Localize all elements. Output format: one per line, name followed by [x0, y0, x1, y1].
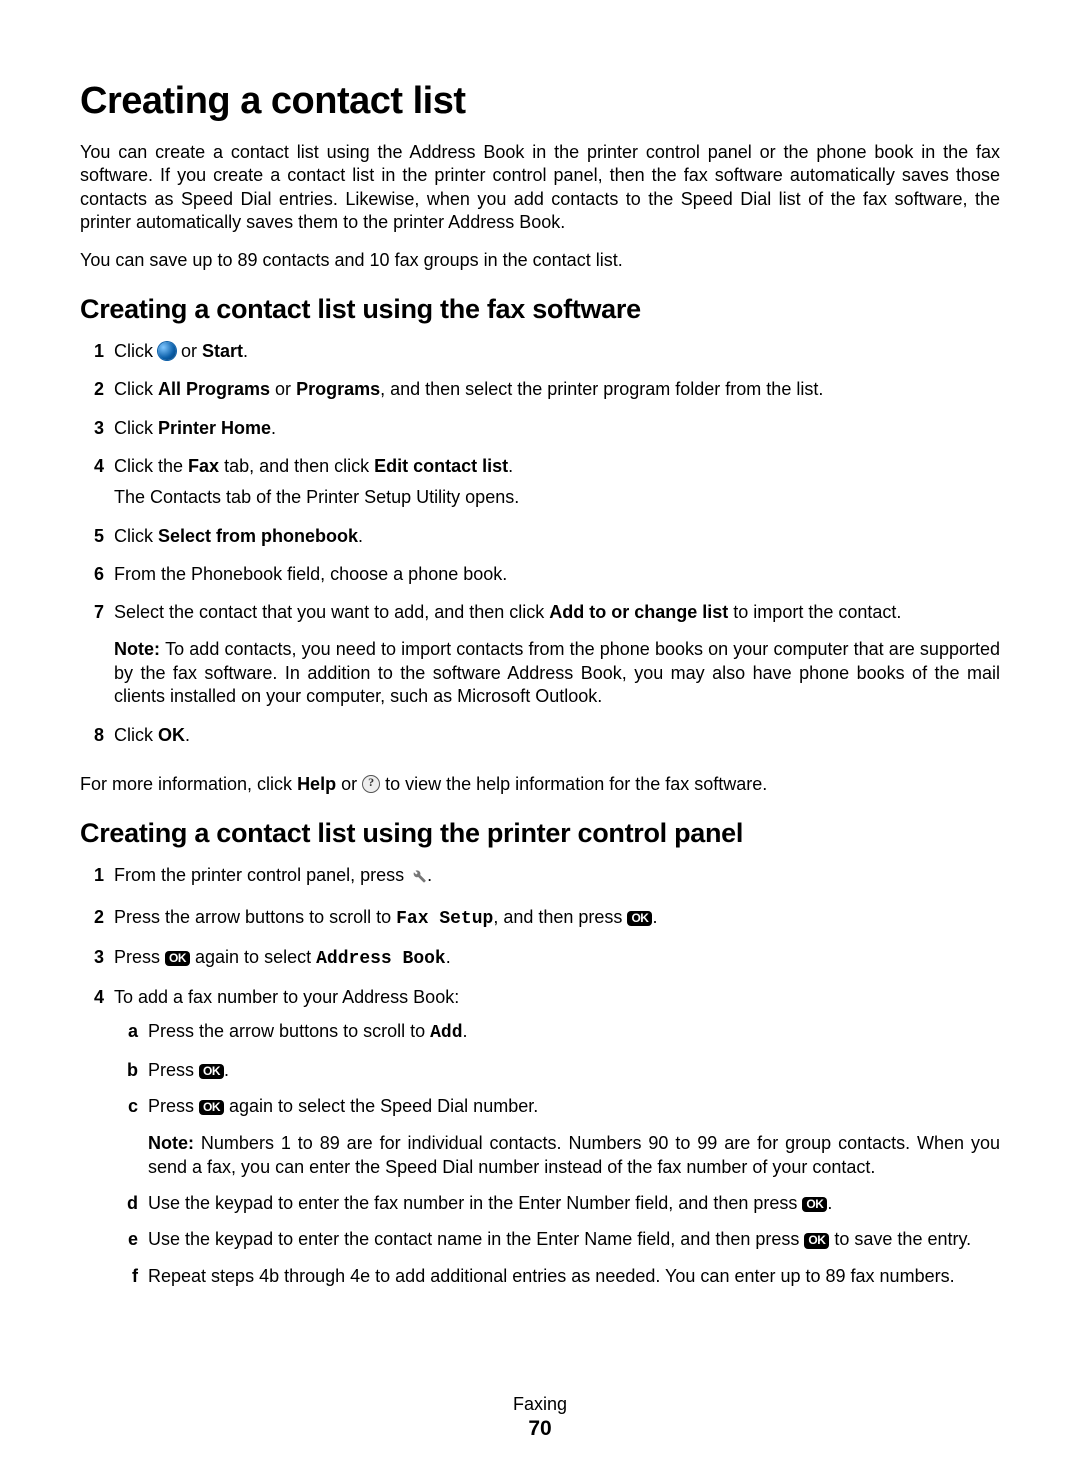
substep-c: Press OK again to select the Speed Dial …	[114, 1094, 1000, 1191]
ok-button-icon: OK	[199, 1064, 224, 1079]
note-label: Note:	[114, 639, 165, 659]
bold: Select from phonebook	[158, 526, 358, 546]
substep-f: Repeat steps 4b through 4e to add additi…	[114, 1264, 1000, 1300]
help-icon	[362, 775, 380, 793]
step-1: Click or Start.	[80, 339, 1000, 377]
text: Click	[114, 725, 158, 745]
text: Click	[114, 341, 158, 361]
text: To add a fax number to your Address Book…	[114, 987, 459, 1007]
text: or	[270, 379, 296, 399]
note-block: Note: Numbers 1 to 89 are for individual…	[148, 1132, 1000, 1179]
text: Click	[114, 379, 158, 399]
mono-text: Fax Setup	[396, 909, 493, 929]
note-label: Note:	[148, 1133, 201, 1153]
page-footer: Faxing 70	[80, 1394, 1000, 1441]
footer-chapter-name: Faxing	[513, 1394, 567, 1414]
bold: OK	[158, 725, 185, 745]
text: Select the contact that you want to add,…	[114, 602, 549, 622]
mono-text: Add	[430, 1023, 462, 1043]
step-2: Press the arrow buttons to scroll to Fax…	[80, 905, 1000, 945]
bold-start: Start	[202, 341, 243, 361]
step-8: Click OK.	[80, 723, 1000, 761]
bold: All Programs	[158, 379, 270, 399]
intro-paragraph-1: You can create a contact list using the …	[80, 141, 1000, 235]
step-3: Press OK again to select Address Book.	[80, 945, 1000, 985]
text: Press	[148, 1060, 199, 1080]
text: again to select the Speed Dial number.	[224, 1096, 538, 1116]
text: tab, and then click	[219, 456, 374, 476]
text: Press	[148, 1096, 199, 1116]
steps-control-panel: From the printer control panel, press . …	[80, 863, 1000, 1314]
mono-text: Address Book	[316, 949, 446, 969]
bold: Fax	[188, 456, 219, 476]
step-4: To add a fax number to your Address Book…	[80, 985, 1000, 1314]
step-4: Click the Fax tab, and then click Edit c…	[80, 454, 1000, 524]
text: From the printer control panel, press	[114, 865, 409, 885]
step-2: Click All Programs or Programs, and then…	[80, 377, 1000, 415]
text: Press the arrow buttons to scroll to	[114, 907, 396, 927]
text: to import the contact.	[728, 602, 901, 622]
intro-paragraph-2: You can save up to 89 contacts and 10 fa…	[80, 249, 1000, 272]
document-page: Creating a contact list You can create a…	[0, 0, 1080, 1481]
step-1: From the printer control panel, press .	[80, 863, 1000, 904]
bold: Help	[297, 774, 336, 794]
outro-paragraph: For more information, click Help or to v…	[80, 773, 1000, 796]
section-heading-fax-software: Creating a contact list using the fax so…	[80, 294, 1000, 325]
text: , and then press	[493, 907, 627, 927]
ok-button-icon: OK	[199, 1100, 224, 1115]
substeps: Press the arrow buttons to scroll to Add…	[114, 1019, 1000, 1300]
bold: Programs	[296, 379, 380, 399]
note-text: Numbers 1 to 89 are for individual conta…	[148, 1133, 1000, 1176]
substep-e: Use the keypad to enter the contact name…	[114, 1227, 1000, 1263]
step-3: Click Printer Home.	[80, 416, 1000, 454]
note-text: To add contacts, you need to import cont…	[114, 639, 1000, 706]
step-7: Select the contact that you want to add,…	[80, 600, 1000, 722]
text: to view the help information for the fax…	[380, 774, 767, 794]
bold: Printer Home	[158, 418, 271, 438]
ok-button-icon: OK	[627, 911, 652, 926]
text: or	[336, 774, 362, 794]
step-5: Click Select from phonebook.	[80, 524, 1000, 562]
text: or	[176, 341, 202, 361]
text: For more information, click	[80, 774, 297, 794]
text: Press	[114, 947, 165, 967]
text: Click the	[114, 456, 188, 476]
substep-a: Press the arrow buttons to scroll to Add…	[114, 1019, 1000, 1057]
bold: Edit contact list	[374, 456, 508, 476]
text: to save the entry.	[829, 1229, 971, 1249]
note-block: Note: To add contacts, you need to impor…	[114, 638, 1000, 708]
sub-paragraph: The Contacts tab of the Printer Setup Ut…	[114, 486, 1000, 509]
windows-start-orb-icon	[158, 342, 176, 360]
step-6: From the Phonebook field, choose a phone…	[80, 562, 1000, 600]
ok-button-icon: OK	[804, 1233, 829, 1248]
text: Click	[114, 526, 158, 546]
substep-b: Press OK.	[114, 1058, 1000, 1094]
text: Use the keypad to enter the contact name…	[148, 1229, 804, 1249]
text: Use the keypad to enter the fax number i…	[148, 1193, 802, 1213]
steps-fax-software: Click or Start. Click All Programs or Pr…	[80, 339, 1000, 761]
wrench-icon	[409, 866, 427, 890]
footer-page-number: 70	[80, 1417, 1000, 1441]
text: Click	[114, 418, 158, 438]
substep-d: Use the keypad to enter the fax number i…	[114, 1191, 1000, 1227]
text: , and then select the printer program fo…	[380, 379, 823, 399]
section-heading-control-panel: Creating a contact list using the printe…	[80, 818, 1000, 849]
ok-button-icon: OK	[165, 951, 190, 966]
ok-button-icon: OK	[802, 1197, 827, 1212]
text: Press the arrow buttons to scroll to	[148, 1021, 430, 1041]
text: again to select	[190, 947, 316, 967]
page-title: Creating a contact list	[80, 80, 1000, 123]
bold: Add to or change list	[549, 602, 728, 622]
